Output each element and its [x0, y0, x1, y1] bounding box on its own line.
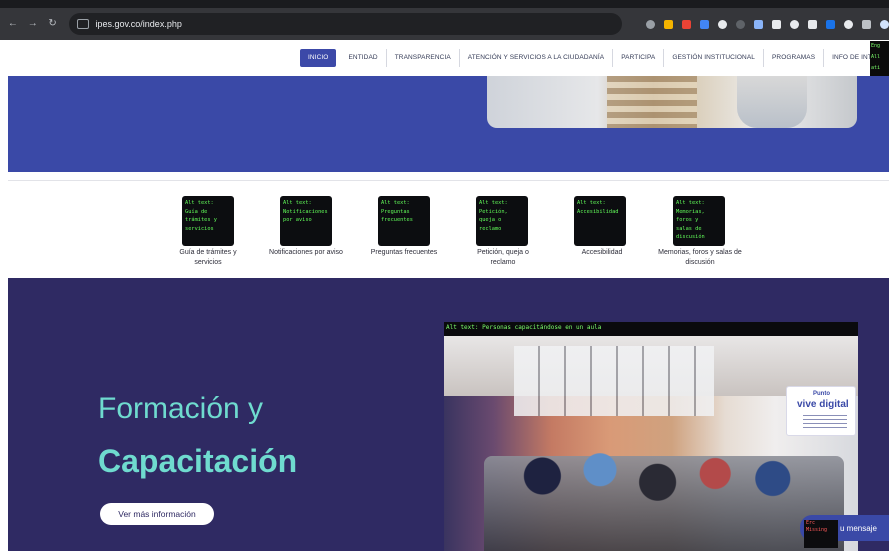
chat-alt-overlay: Erc Missing [804, 520, 838, 548]
extension-star-icon[interactable] [772, 19, 781, 29]
alt-text: Alt text: Preguntas frecuentes [381, 200, 413, 224]
address-url: ipes.gov.co/index.php [95, 19, 182, 29]
menu-item-inicio[interactable]: INICIO [300, 49, 337, 67]
photo-window [514, 346, 714, 416]
extension-white-icon[interactable] [844, 19, 853, 29]
quick-link-pqr[interactable]: Alt text: Petición, queja o reclamo [476, 196, 532, 246]
quick-link-accesibilidad[interactable]: Alt text: Accesibilidad [574, 196, 630, 246]
sign-top-text: Punto [813, 391, 830, 397]
extension-square-icon[interactable] [808, 19, 817, 29]
back-icon[interactable]: ← [6, 17, 20, 31]
chat-alt-line: Erc [806, 520, 816, 526]
vive-digital-sign: Punto vive digital [786, 386, 856, 436]
accessibility-icon: Alt text: Accesibilidad [574, 196, 626, 246]
hero-image [487, 76, 857, 128]
quick-link-label[interactable]: Memorias, foros y salas de discusión [655, 248, 745, 268]
forum-icon: Alt text: Memorias, foros y salas de dis… [673, 196, 725, 246]
extension-cyan-icon[interactable] [826, 19, 835, 29]
hero-person [737, 76, 807, 128]
tab-strip [0, 0, 889, 8]
main-menu: INICIO ENTIDAD TRANSPARENCIA ATENCIÓN Y … [300, 49, 880, 67]
quick-link-memorias[interactable]: Alt text: Memorias, foros y salas de dis… [673, 196, 729, 246]
quick-link-preguntas[interactable]: Alt text: Preguntas frecuentes [378, 196, 434, 246]
sign-lines [803, 415, 847, 429]
extension-gear-icon[interactable] [736, 19, 745, 29]
photo-people [504, 426, 824, 551]
reload-icon[interactable]: ↻ [46, 17, 60, 31]
training-photo-alt: Alt text: Personas capacitándose en un a… [446, 324, 602, 331]
extension-circle-icon[interactable] [790, 19, 799, 29]
alt-text: Alt text: Petición, queja o reclamo [479, 200, 508, 232]
more-info-button[interactable]: Ver más información [100, 503, 214, 525]
alt-text: Alt text: Guía de trámites y servicios [185, 200, 217, 232]
browser-chrome: ← → ↻ ipes.gov.co/index.php [0, 0, 889, 40]
debug-line: Eng [871, 43, 881, 49]
chat-alt-line: Missing [806, 527, 828, 533]
alt-text: Alt text: Accesibilidad [577, 200, 619, 215]
quick-link-label[interactable]: Guía de trámites y servicios [168, 248, 248, 268]
extension-red-icon[interactable] [682, 19, 691, 29]
debug-line: All [871, 54, 881, 60]
extension-dot-icon[interactable] [718, 19, 727, 29]
menu-item-participa[interactable]: PARTICIPA [613, 49, 665, 67]
petition-icon: Alt text: Petición, queja o reclamo [476, 196, 528, 246]
quick-link-label[interactable]: Petición, queja o reclamo [470, 248, 536, 268]
sign-main-text: vive digital [797, 399, 849, 410]
hero-shelf [607, 76, 697, 128]
site-header: INICIO ENTIDAD TRANSPARENCIA ATENCIÓN Y … [0, 40, 889, 76]
notification-icon: Alt text: Notificaciones por aviso [280, 196, 332, 246]
quick-link-label[interactable]: Preguntas frecuentes [362, 248, 446, 258]
extension-multi-icon[interactable] [700, 19, 709, 29]
forward-icon[interactable]: → [26, 17, 40, 31]
question-icon: Alt text: Preguntas frecuentes [378, 196, 430, 246]
quick-link-guia[interactable]: Alt text: Guía de trámites y servicios [182, 196, 238, 246]
extensions-puzzle-icon[interactable] [862, 19, 871, 29]
quick-link-label[interactable]: Accesibilidad [570, 248, 634, 258]
training-title-line2: Capacitación [98, 443, 298, 479]
quick-link-notificaciones[interactable]: Alt text: Notificaciones por aviso [280, 196, 336, 246]
extension-pen-icon[interactable] [664, 19, 673, 29]
extension-blue-icon[interactable] [754, 19, 763, 29]
menu-item-programas[interactable]: PROGRAMAS [764, 49, 825, 67]
debug-line: ati [871, 65, 881, 71]
address-bar[interactable]: ipes.gov.co/index.php [69, 13, 622, 35]
chat-label[interactable]: u mensaje [840, 524, 877, 533]
quick-link-label[interactable]: Notificaciones por aviso [258, 248, 354, 258]
menu-item-entidad[interactable]: ENTIDAD [340, 49, 387, 67]
menu-item-atencion[interactable]: ATENCIÓN Y SERVICIOS A LA CIUDADANÍA [460, 49, 614, 67]
site-info-icon[interactable] [77, 19, 90, 29]
menu-item-transparencia[interactable]: TRANSPARENCIA [387, 49, 460, 67]
guide-icon: Alt text: Guía de trámites y servicios [182, 196, 234, 246]
training-title-line1: Formación y [98, 392, 264, 425]
section-divider [8, 180, 889, 181]
menu-item-gestion[interactable]: GESTIÓN INSTITUCIONAL [664, 49, 764, 67]
alt-text: Alt text: Memorias, foros y salas de dis… [676, 200, 705, 241]
bookmark-star-icon[interactable] [646, 19, 655, 29]
alt-text: Alt text: Notificaciones por aviso [283, 200, 328, 224]
training-photo [444, 336, 858, 551]
profile-avatar-icon[interactable] [880, 19, 889, 29]
address-row: ← → ↻ ipes.gov.co/index.php [0, 8, 889, 40]
extension-toolbar [646, 19, 889, 29]
